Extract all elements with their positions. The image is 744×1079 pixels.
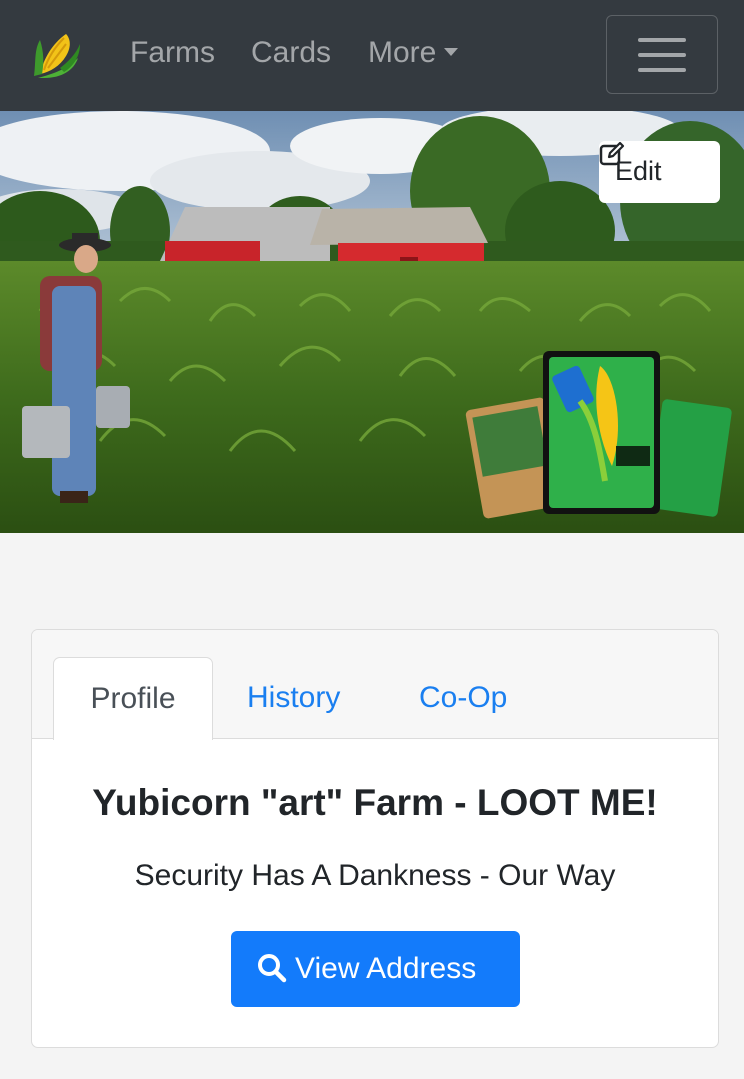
search-icon bbox=[258, 954, 287, 983]
hamburger-icon bbox=[638, 38, 686, 42]
tab-history[interactable]: History bbox=[247, 657, 340, 740]
farm-title: Yubicorn "art" Farm - LOOT ME! bbox=[92, 782, 658, 823]
card-tabs-header: Profile History Co-Op bbox=[32, 630, 718, 740]
caret-down-icon bbox=[444, 48, 459, 56]
corn-icon[interactable] bbox=[30, 28, 82, 80]
nav-link-farms[interactable]: Farms bbox=[130, 36, 215, 70]
nav-dropdown-more[interactable]: More bbox=[368, 36, 459, 70]
view-address-label: View Address bbox=[295, 952, 477, 985]
navbar: Farms Cards More bbox=[0, 0, 744, 111]
tab-profile[interactable]: Profile bbox=[53, 657, 213, 740]
farm-banner-image: Edit bbox=[0, 111, 744, 533]
menu-toggle-button[interactable] bbox=[606, 15, 718, 94]
farm-profile-card: Profile History Co-Op Yubicorn "art" Far… bbox=[31, 629, 719, 1048]
farm-subtitle: Security Has A Dankness - Our Way bbox=[134, 859, 616, 892]
edit-banner-button[interactable]: Edit bbox=[599, 141, 720, 203]
tab-co-op[interactable]: Co-Op bbox=[419, 657, 507, 740]
edit-icon bbox=[599, 141, 625, 166]
view-address-button[interactable]: View Address bbox=[231, 931, 520, 1007]
hamburger-icon-bar bbox=[638, 68, 686, 72]
nav-more-label: More bbox=[368, 36, 437, 69]
nav-link-cards[interactable]: Cards bbox=[251, 36, 331, 70]
hamburger-icon-bar bbox=[638, 53, 686, 57]
